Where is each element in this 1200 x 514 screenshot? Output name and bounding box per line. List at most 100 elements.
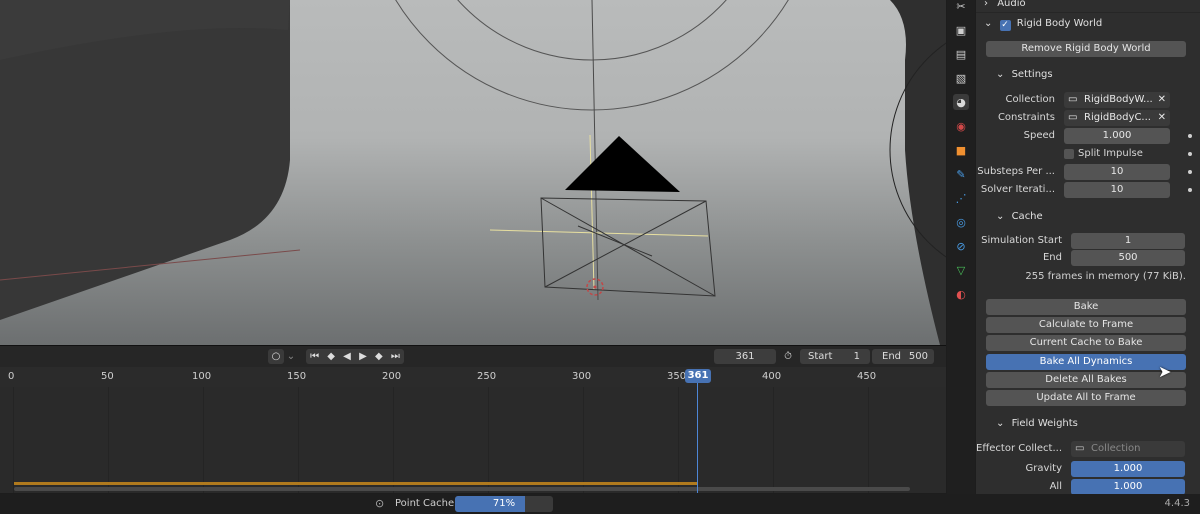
jump-start-icon[interactable]: ⏮: [310, 349, 319, 364]
collection-icon: ▭: [1075, 443, 1085, 454]
settings-subpanel-header[interactable]: ⌄ Settings: [996, 65, 1053, 85]
field-weights-subpanel-header[interactable]: ⌄ Field Weights: [996, 414, 1078, 434]
speed-field[interactable]: 1.000: [1064, 128, 1170, 144]
scene-icon[interactable]: ◕: [953, 94, 969, 110]
end-frame-value: 500: [908, 351, 928, 362]
collection-row: Collection ▭ RigidBodyW... ✕: [976, 91, 1200, 109]
next-keyframe-icon[interactable]: ◆: [375, 349, 383, 364]
tick-label: 0: [8, 371, 15, 382]
object-axis-line: [589, 134, 595, 291]
speed-row: Speed 1.000: [976, 127, 1200, 145]
tick-label: 100: [192, 371, 212, 382]
bake-button[interactable]: Bake: [986, 299, 1186, 315]
stopwatch-icon[interactable]: ⏱: [780, 349, 796, 364]
play-reverse-icon[interactable]: ◀: [343, 349, 351, 364]
gravity-row: Gravity 1.000: [976, 460, 1200, 478]
mouse-cursor-icon: ➤: [1158, 362, 1172, 381]
playhead-frame[interactable]: 361: [685, 369, 711, 383]
sim-end-row: 500 End 500: [976, 249, 1200, 267]
keying-icon[interactable]: ○: [268, 349, 284, 364]
start-frame-value: 1: [853, 351, 860, 362]
collection-field[interactable]: ▭ RigidBodyW... ✕: [1064, 92, 1170, 108]
play-icon[interactable]: ▶: [359, 349, 367, 364]
constraints-icon[interactable]: ⊘: [953, 238, 969, 254]
tool-icon[interactable]: ✂: [953, 0, 969, 14]
playback-controls: ⏮ ◆ ◀ ▶ ◆ ⏭: [306, 349, 404, 364]
solver-iterations-row: Solver Iterati... 10: [976, 181, 1200, 199]
update-all-to-frame-button[interactable]: Update All to Frame: [986, 390, 1186, 406]
data-icon[interactable]: ▽: [953, 262, 969, 278]
timeline-header: ○ ⌄ ⏮ ◆ ◀ ▶ ◆ ⏭ 361 ⏱ Start 1 End 500: [0, 345, 946, 367]
collection-label: Collection: [1005, 94, 1055, 105]
keyframe-dot[interactable]: [1188, 152, 1192, 156]
solver-iterations-field[interactable]: 10: [1064, 182, 1170, 198]
solver-iterations-label: Solver Iterati...: [980, 184, 1055, 195]
physics-icon[interactable]: ◎: [953, 214, 969, 230]
constraints-label: Constraints: [997, 112, 1055, 123]
current-cache-to-bake-button[interactable]: Current Cache to Bake: [986, 335, 1186, 351]
sim-start-field[interactable]: 1: [1071, 233, 1185, 249]
keyframe-dot[interactable]: [1188, 188, 1192, 192]
cancel-icon[interactable]: ⊙: [375, 497, 384, 510]
constraints-field[interactable]: ▭ RigidBodyC... ✕: [1064, 110, 1170, 126]
3d-viewport[interactable]: [0, 0, 946, 345]
playhead-line[interactable]: [697, 381, 698, 493]
tick-label: 350: [667, 371, 687, 382]
chevron-down-icon: ⌄: [996, 211, 1005, 222]
render-icon[interactable]: ▣: [953, 22, 969, 38]
current-frame-field[interactable]: 361: [714, 349, 776, 364]
bake-all-dynamics-button[interactable]: Bake All Dynamics: [986, 354, 1186, 370]
substeps-label: Substeps Per ...: [977, 166, 1055, 177]
cache-subpanel-header[interactable]: ⌄ Cache: [996, 207, 1043, 227]
tick-label: 400: [762, 371, 782, 382]
cache-range-bar: [14, 482, 697, 485]
backdrop-right-wall: [890, 0, 946, 345]
close-icon[interactable]: ✕: [1158, 110, 1166, 126]
tick-label: 300: [572, 371, 592, 382]
object-icon[interactable]: ■: [953, 142, 969, 158]
progress-bar: 71%: [455, 496, 553, 512]
delete-all-bakes-button[interactable]: Delete All Bakes: [986, 372, 1186, 388]
start-frame-label: Start: [808, 351, 833, 362]
enable-checkbox[interactable]: ✓: [999, 20, 1011, 31]
output-icon[interactable]: ▤: [953, 46, 969, 62]
material-icon[interactable]: ◐: [953, 286, 969, 302]
gravity-label: Gravity: [1025, 463, 1062, 474]
timeline-area[interactable]: [0, 387, 946, 493]
chevron-down-icon[interactable]: ⌄: [285, 349, 297, 364]
progress-text: 71%: [492, 498, 516, 509]
cache-info-text: 255 frames in memory (77 KiB).: [1025, 271, 1186, 282]
world-icon[interactable]: ◉: [953, 118, 969, 134]
effector-collection-row: Effector Collect... ▭ Collection: [976, 440, 1200, 458]
calculate-to-frame-button[interactable]: Calculate to Frame: [986, 317, 1186, 333]
collection-icon: ▭: [1068, 112, 1078, 123]
close-icon[interactable]: ✕: [1158, 92, 1166, 108]
particles-icon[interactable]: ⋰: [953, 190, 969, 206]
tick-label: 450: [857, 371, 877, 382]
chevron-right-icon: ›: [984, 0, 988, 9]
timeline-scrollbar[interactable]: [14, 487, 910, 491]
all-label: All: [1049, 481, 1062, 492]
modifier-icon[interactable]: ✎: [953, 166, 969, 182]
remove-rigid-body-world-button[interactable]: Remove Rigid Body World: [986, 41, 1186, 57]
keyframe-dot[interactable]: [1188, 170, 1192, 174]
start-frame-field[interactable]: Start 1: [800, 349, 870, 364]
sim-start-label: Simulation Start: [981, 235, 1062, 246]
version-label: 4.4.3: [1164, 498, 1190, 509]
substeps-field[interactable]: 10: [1064, 164, 1170, 180]
tick-label: 50: [101, 371, 114, 382]
effector-collection-field[interactable]: ▭ Collection: [1071, 441, 1185, 457]
timeline-ruler[interactable]: 0 50 100 150 200 250 300 350 400 450: [0, 367, 946, 387]
keyframe-dot[interactable]: [1188, 134, 1192, 138]
prev-keyframe-icon[interactable]: ◆: [327, 349, 335, 364]
end-frame-field[interactable]: End 500: [872, 349, 934, 364]
gravity-slider[interactable]: 1.000: [1071, 461, 1185, 477]
sim-end-label-text: End: [1042, 252, 1062, 263]
view-layer-icon[interactable]: ▧: [953, 70, 969, 86]
split-impulse-checkbox[interactable]: [1064, 149, 1074, 159]
split-impulse-label: Split Impulse: [1078, 148, 1143, 159]
rigid-body-world-header[interactable]: ⌄ ✓ Rigid Body World: [984, 14, 1102, 34]
jump-end-icon[interactable]: ⏭: [391, 349, 400, 364]
sim-end-field[interactable]: 500: [1071, 250, 1185, 266]
all-slider[interactable]: 1.000: [1071, 479, 1185, 494]
